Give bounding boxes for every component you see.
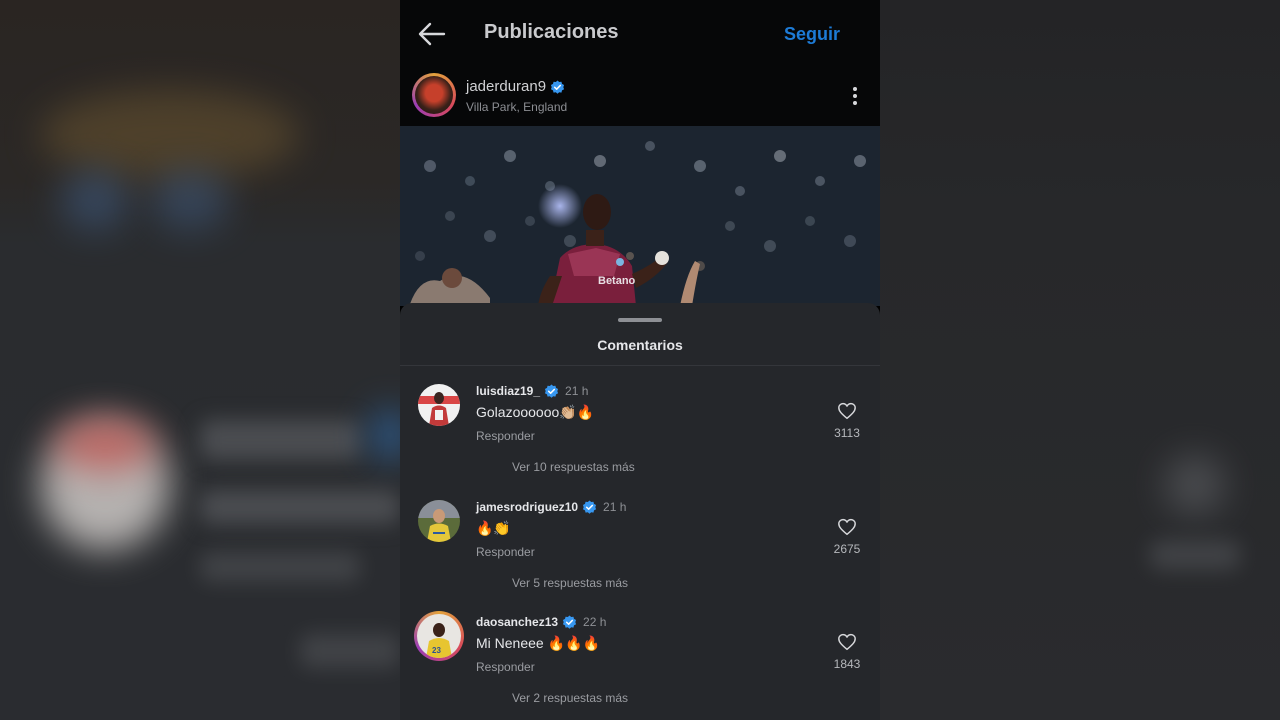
- avatar[interactable]: [418, 384, 460, 426]
- blurred-light-blob: [150, 170, 230, 230]
- blurred-text-bar: [200, 420, 360, 460]
- comment-username[interactable]: jamesrodriguez10: [476, 500, 578, 514]
- verified-badge-icon: [551, 80, 565, 94]
- post-location[interactable]: Villa Park, England: [466, 100, 567, 114]
- verified-badge-icon: [562, 615, 577, 630]
- blurred-light-blob: [60, 170, 130, 230]
- post-header: jaderduran9 Villa Park, England: [400, 66, 880, 126]
- heart-icon[interactable]: [837, 402, 857, 420]
- blurred-verified: [370, 410, 400, 460]
- comment-time: 21 h: [565, 384, 589, 398]
- page-title: Publicaciones: [484, 21, 619, 43]
- comment-item: jamesrodriguez10 21 h 🔥👏 Responder Ver 5…: [400, 500, 880, 610]
- avatar[interactable]: 23: [414, 611, 464, 661]
- comments-title: Comentarios: [597, 337, 683, 353]
- sheet-drag-handle[interactable]: [618, 318, 662, 322]
- blurred-heart: [1165, 455, 1225, 515]
- top-bar: Publicaciones Seguir: [400, 0, 880, 66]
- avatar[interactable]: [412, 73, 456, 117]
- comment-text: Mi Neneee 🔥🔥🔥: [476, 635, 600, 651]
- more-options-icon[interactable]: [852, 86, 858, 106]
- view-replies-link[interactable]: Ver 5 respuestas más: [512, 576, 628, 590]
- view-replies-link[interactable]: Ver 10 respuestas más: [512, 460, 635, 474]
- avatar[interactable]: [418, 500, 460, 542]
- blurred-text-bar: [300, 634, 400, 668]
- reply-button[interactable]: Responder: [476, 545, 535, 559]
- comment-text: Golazoooooo👏🏼🔥: [476, 404, 595, 420]
- reply-button[interactable]: Responder: [476, 429, 535, 443]
- comment-time: 21 h: [603, 500, 627, 514]
- blurred-text-bar: [200, 552, 360, 582]
- like-count: 3113: [834, 426, 860, 440]
- blurred-avatar-red: [55, 420, 155, 470]
- instagram-post-view: Publicaciones Seguir jaderduran9 Villa P…: [400, 0, 880, 720]
- blurred-text-bar: [200, 490, 400, 524]
- blurred-text-bar: [1150, 540, 1240, 570]
- verified-badge-icon: [544, 384, 559, 399]
- like-count: 2675: [833, 542, 861, 556]
- comment-username[interactable]: luisdiaz19_: [476, 384, 540, 398]
- svg-text:23: 23: [432, 646, 441, 655]
- verified-badge-icon: [582, 500, 597, 515]
- stadium-photo: Betano: [400, 126, 880, 306]
- blurred-background-right: [880, 0, 1280, 720]
- comment-item: luisdiaz19_ 21 h Golazoooooo👏🏼🔥 Responde…: [400, 384, 880, 494]
- comment-item: 23 daosanchez13 22 h Mi Neneee 🔥🔥🔥 Respo…: [400, 611, 880, 720]
- post-username[interactable]: jaderduran9: [466, 78, 546, 95]
- comments-sheet: Comentarios luisdiaz19_ 21 h Golazoooooo…: [400, 303, 880, 720]
- heart-icon[interactable]: [837, 633, 857, 651]
- view-replies-link[interactable]: Ver 2 respuestas más: [512, 691, 628, 705]
- post-photo[interactable]: Betano: [400, 126, 880, 306]
- reply-button[interactable]: Responder: [476, 660, 535, 674]
- like-count: 1843: [833, 657, 861, 671]
- follow-button[interactable]: Seguir: [784, 24, 840, 45]
- svg-text:Betano: Betano: [598, 275, 636, 287]
- comment-text: 🔥👏: [476, 520, 511, 536]
- divider: [400, 365, 880, 366]
- blurred-light-blob: [40, 90, 300, 180]
- back-arrow-icon[interactable]: [418, 21, 446, 47]
- heart-icon[interactable]: [837, 518, 857, 536]
- blurred-background-left: [0, 0, 400, 720]
- comment-time: 22 h: [583, 615, 607, 629]
- comment-username[interactable]: daosanchez13: [476, 615, 558, 629]
